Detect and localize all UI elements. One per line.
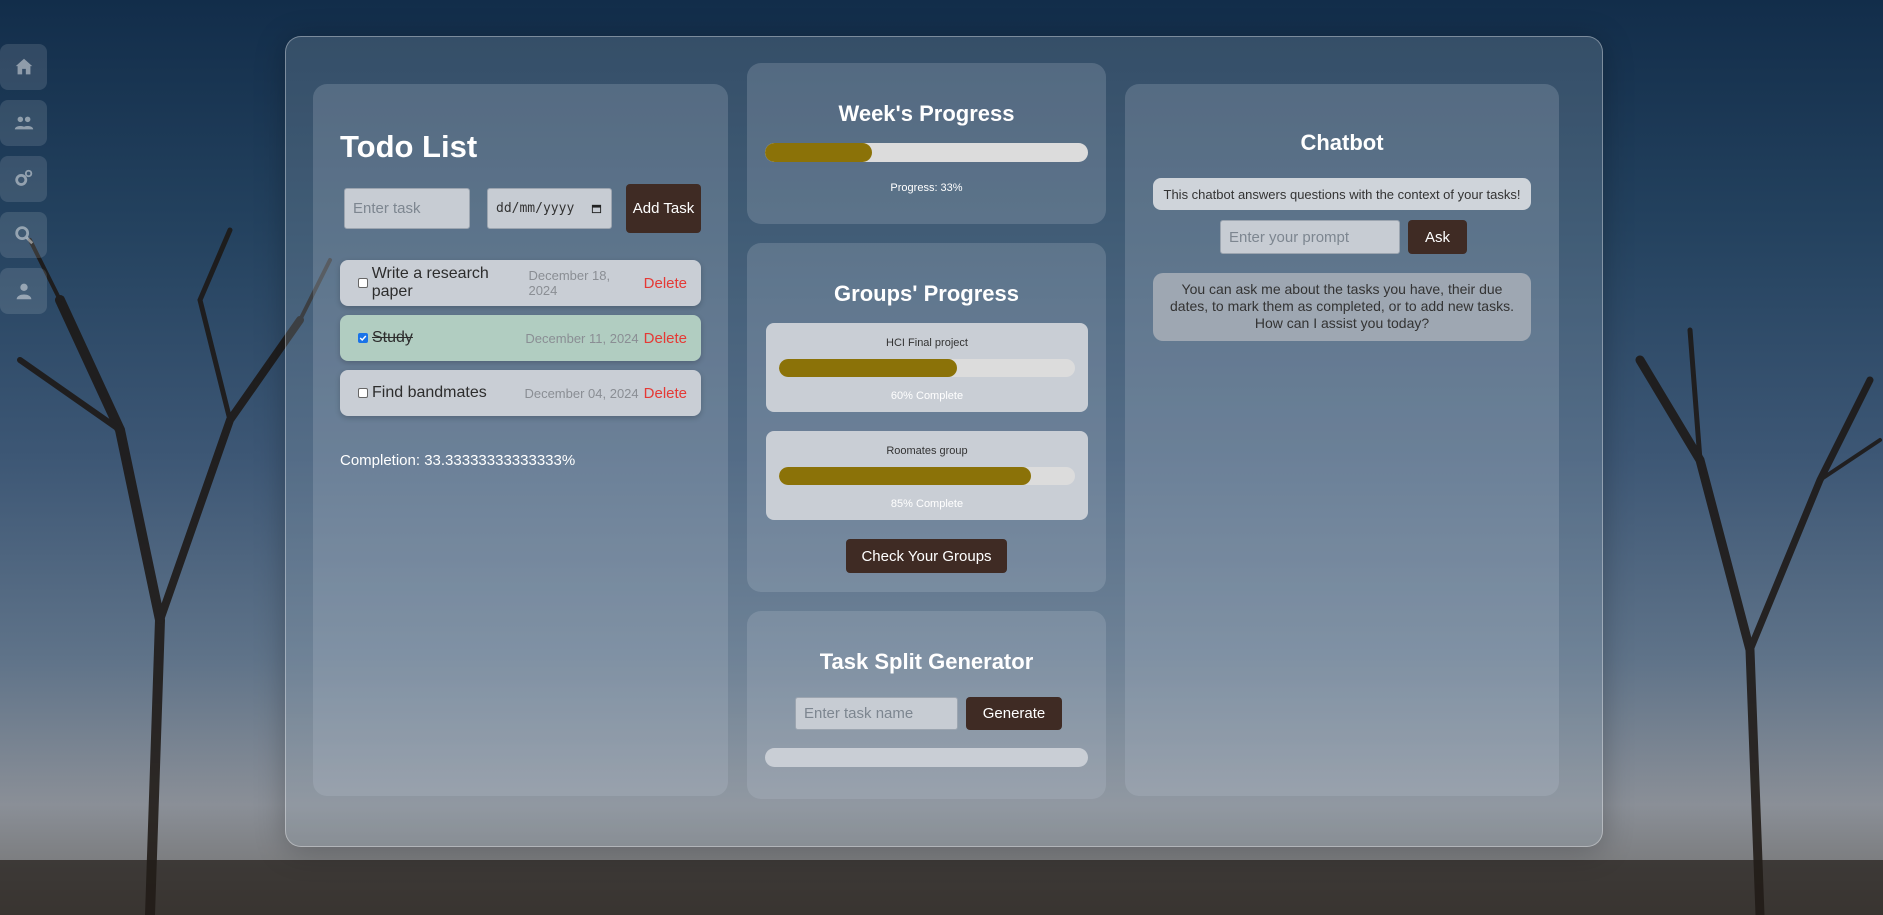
home-icon [15,58,32,75]
chatbot-info: This chatbot answers questions with the … [1153,178,1531,210]
group-name: Roomates group [886,445,968,457]
task-name: Find bandmates [372,384,487,401]
task-split-progress-bar [765,748,1088,767]
completion-text: Completion: 33.33333333333333% [340,452,576,469]
delete-task-link[interactable]: Delete [644,385,687,402]
checkmark-icon [359,335,367,342]
sidebar-item-settings[interactable] [0,156,47,202]
task-input[interactable]: Enter task [344,188,470,229]
group-progress-label: 60% Complete [890,390,964,402]
delete-task-link[interactable]: Delete [644,330,687,347]
search-icon [14,226,33,245]
group-progress-fill [779,467,1031,485]
task-name: Study [372,329,413,346]
groups-progress-title: Groups' Progress [834,281,1019,306]
ask-button[interactable]: Ask [1408,220,1467,254]
calendar-icon [591,204,602,214]
task-date: December 18, 2024 [528,268,611,298]
users-icon [14,116,33,130]
task-name: Write a research paper [371,265,489,300]
add-task-button[interactable]: Add Task [626,184,701,233]
sidebar-item-groups[interactable] [0,100,47,146]
group-progress-bar [779,467,1075,485]
task-item[interactable]: Find bandmates December 04, 2024 Delete [340,370,701,416]
week-progress-title: Week's Progress [838,101,1015,126]
group-progress-item: Roomates group 85% Complete [766,431,1088,520]
prompt-input[interactable]: Enter your prompt [1220,220,1400,254]
chatbot-message: You can ask me about the tasks you have,… [1153,273,1531,341]
group-progress-label: 85% Complete [890,498,964,510]
delete-task-link[interactable]: Delete [644,275,687,292]
week-progress-bar [765,143,1088,162]
group-progress-bar [779,359,1075,377]
check-groups-button[interactable]: Check Your Groups [846,539,1007,573]
task-checkbox[interactable] [358,388,368,398]
sidebar-item-profile[interactable] [0,268,47,314]
group-name: HCI Final project [886,337,968,349]
task-date: December 11, 2024 [525,330,639,346]
task-checkbox[interactable] [358,278,368,288]
chatbot-title: Chatbot [1300,130,1384,155]
week-progress-label: Progress: 33% [890,182,963,194]
task-split-title: Task Split Generator [819,649,1034,674]
sidebar-item-search[interactable] [0,212,47,258]
user-icon [16,283,31,300]
task-item[interactable]: Study December 11, 2024 Delete [340,315,701,361]
week-progress-fill [765,143,872,162]
todo-title: Todo List [340,129,478,164]
group-progress-fill [779,359,957,377]
group-progress-item: HCI Final project 60% Complete [766,323,1088,412]
task-checkbox[interactable] [358,333,368,343]
task-item[interactable]: Write a research paper December 18, 2024… [340,260,701,306]
sidebar-item-home[interactable] [0,44,47,90]
task-date: December 04, 2024 [524,385,639,401]
generate-button[interactable]: Generate [966,697,1062,730]
task-name-input[interactable]: Enter task name [795,697,958,730]
date-input[interactable]: dd/mm/yyyy [487,188,612,229]
gears-icon [14,169,32,186]
